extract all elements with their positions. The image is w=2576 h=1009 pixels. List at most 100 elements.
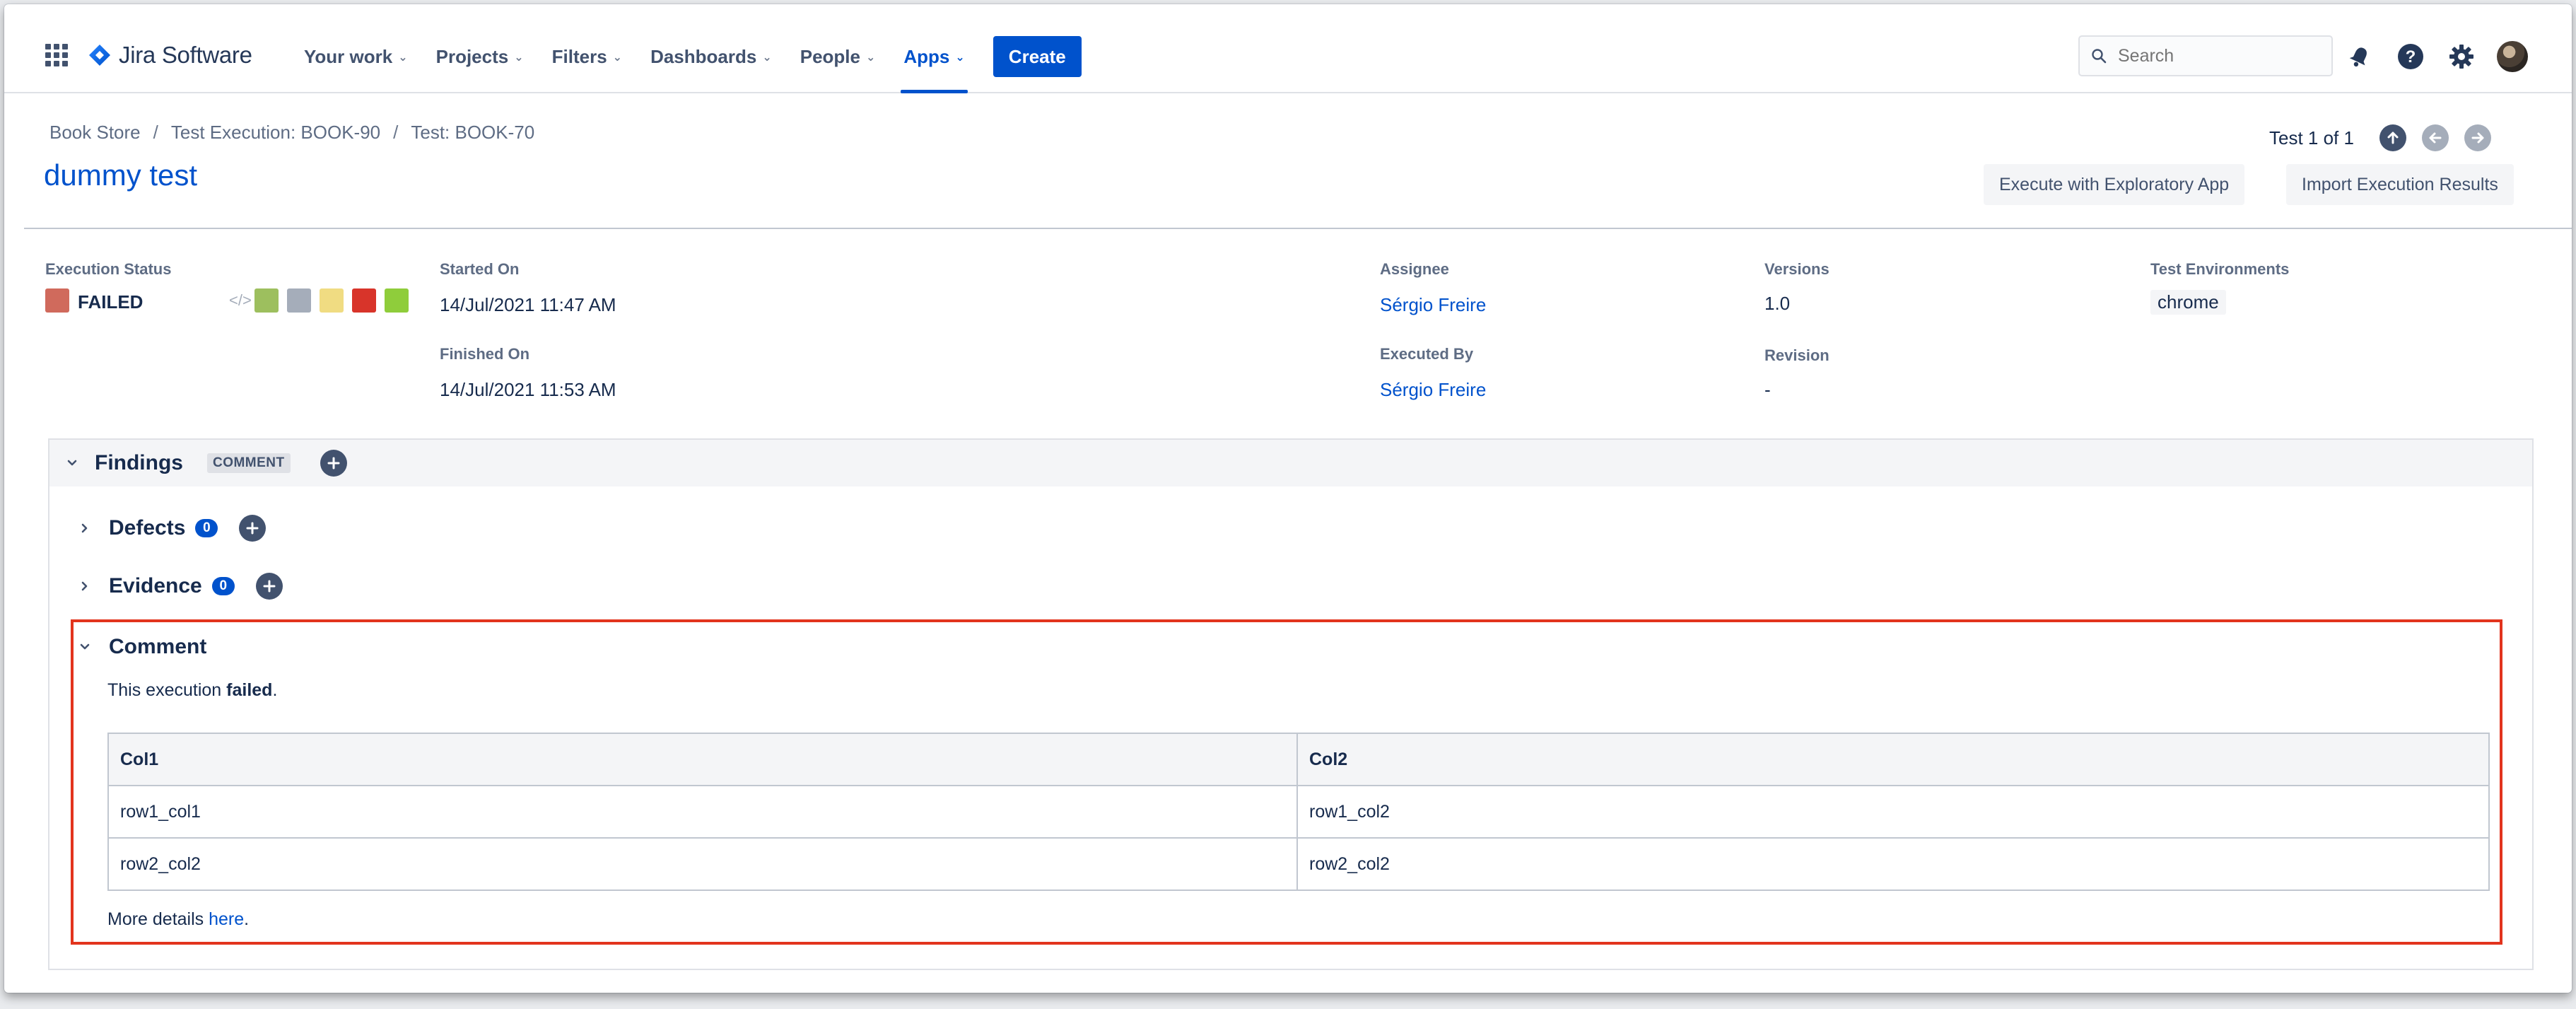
help-icon: ? bbox=[2398, 44, 2423, 69]
settings-button[interactable] bbox=[2446, 41, 2477, 72]
nav-filters[interactable]: Filters ⌄ bbox=[545, 35, 629, 78]
versions-label: Versions bbox=[1764, 260, 1829, 278]
nav-projects[interactable]: Projects ⌄ bbox=[429, 35, 531, 78]
page-title[interactable]: dummy test bbox=[44, 158, 197, 192]
jira-logo[interactable]: Jira Software bbox=[88, 40, 252, 71]
execution-status-label: Execution Status bbox=[45, 260, 172, 278]
comment-header[interactable]: Comment bbox=[78, 629, 206, 665]
breadcrumb-test-execution[interactable]: Test Execution: BOOK-90 bbox=[171, 122, 380, 144]
chevron-right-icon[interactable] bbox=[78, 521, 92, 535]
versions-value: 1.0 bbox=[1764, 293, 1791, 314]
product-name: Jira Software bbox=[119, 42, 252, 68]
add-evidence-button[interactable] bbox=[255, 573, 283, 600]
evidence-section[interactable]: Evidence 0 bbox=[78, 568, 283, 604]
gear-icon bbox=[2449, 45, 2473, 69]
comment-text-prefix: This execution bbox=[107, 680, 227, 700]
next-test-button[interactable] bbox=[2464, 124, 2491, 151]
comment-text: This execution failed. bbox=[107, 680, 277, 701]
started-on-value: 14/Jul/2021 11:47 AM bbox=[440, 294, 616, 315]
revision-value: - bbox=[1764, 379, 1771, 400]
comment-text-suffix: . bbox=[272, 680, 278, 700]
evidence-title: Evidence bbox=[109, 574, 202, 597]
chevron-down-icon: ⌄ bbox=[514, 52, 524, 64]
chevron-down-icon: ⌄ bbox=[612, 52, 623, 64]
jira-diamond-icon bbox=[89, 45, 110, 66]
nav-dashboards[interactable]: Dashboards ⌄ bbox=[643, 35, 779, 78]
nav-your-work[interactable]: Your work ⌄ bbox=[297, 35, 415, 78]
table-header-cell: Col2 bbox=[1296, 733, 2490, 786]
finished-on-value: 14/Jul/2021 11:53 AM bbox=[440, 379, 616, 400]
help-button[interactable]: ? bbox=[2395, 41, 2426, 72]
breadcrumb-test[interactable]: Test: BOOK-70 bbox=[411, 122, 534, 144]
header-divider bbox=[24, 228, 2572, 229]
chevron-down-icon: ⌄ bbox=[762, 52, 772, 64]
table-header-cell: Col1 bbox=[107, 733, 1298, 786]
nav-item-label: Filters bbox=[551, 45, 607, 67]
chevron-down-icon[interactable] bbox=[78, 640, 92, 654]
back-to-top-button[interactable] bbox=[2379, 124, 2406, 151]
findings-header[interactable]: Findings COMMENT bbox=[49, 440, 2532, 486]
step-status-swatch bbox=[320, 288, 344, 313]
top-navigation: Jira Software Your work ⌄ Projects ⌄ Fil… bbox=[4, 4, 2572, 93]
user-avatar[interactable] bbox=[2497, 41, 2528, 72]
app-switcher-icon[interactable] bbox=[45, 44, 68, 66]
table-header-row: Col1 Col2 bbox=[107, 733, 2490, 786]
code-icon: </> bbox=[229, 291, 252, 309]
table-row: row1_col1 row1_col2 bbox=[107, 785, 2490, 839]
search-box[interactable] bbox=[2078, 35, 2333, 76]
add-finding-button[interactable] bbox=[320, 450, 347, 477]
defects-section[interactable]: Defects 0 bbox=[78, 511, 267, 546]
create-button[interactable]: Create bbox=[993, 36, 1082, 77]
table-cell: row1_col1 bbox=[107, 785, 1298, 839]
import-results-button[interactable]: Import Execution Results bbox=[2286, 164, 2514, 205]
defects-count-badge: 0 bbox=[195, 519, 218, 537]
nav-item-label: Dashboards bbox=[650, 45, 757, 67]
execute-exploratory-button[interactable]: Execute with Exploratory App bbox=[1984, 164, 2245, 205]
comment-text-bold: failed bbox=[226, 680, 273, 700]
plus-icon bbox=[246, 522, 259, 535]
executed-by-value[interactable]: Sérgio Freire bbox=[1380, 379, 1486, 401]
environment-tag: chrome bbox=[2150, 290, 2226, 315]
plus-icon bbox=[263, 580, 276, 593]
chevron-right-icon[interactable] bbox=[78, 579, 92, 593]
finished-on-label: Finished On bbox=[440, 345, 530, 363]
revision-label: Revision bbox=[1764, 346, 1829, 364]
add-defect-button[interactable] bbox=[239, 515, 267, 542]
status-color-box bbox=[45, 288, 69, 313]
notifications-button[interactable] bbox=[2344, 41, 2375, 72]
nav-apps[interactable]: Apps ⌄ bbox=[896, 35, 971, 93]
search-input[interactable] bbox=[2117, 45, 2314, 67]
breadcrumb-separator: / bbox=[153, 122, 158, 143]
nav-item-label: Projects bbox=[435, 45, 509, 67]
more-details-link[interactable]: here bbox=[209, 909, 244, 929]
nav-item-label: People bbox=[800, 45, 860, 67]
chevron-down-icon: ⌄ bbox=[865, 52, 876, 64]
table-row: row2_col2 row2_col2 bbox=[107, 837, 2490, 891]
previous-test-button[interactable] bbox=[2421, 124, 2449, 151]
step-status-swatch bbox=[352, 288, 376, 313]
test-environments-label: Test Environments bbox=[2150, 260, 2290, 278]
execution-status-value[interactable]: FAILED bbox=[78, 291, 143, 313]
step-status-swatch bbox=[254, 288, 279, 313]
findings-title: Findings bbox=[95, 451, 183, 474]
executed-by-label: Executed By bbox=[1380, 345, 1474, 363]
chevron-down-icon: ⌄ bbox=[398, 52, 408, 64]
breadcrumb-project[interactable]: Book Store bbox=[49, 122, 141, 144]
evidence-count-badge: 0 bbox=[211, 577, 235, 595]
assignee-value[interactable]: Sérgio Freire bbox=[1380, 294, 1486, 316]
findings-panel: Findings COMMENT Defects 0 Evidence 0 Co… bbox=[48, 438, 2534, 970]
svg-text:?: ? bbox=[2406, 47, 2416, 66]
comment-footer: More details here. bbox=[107, 909, 249, 930]
comment-footer-prefix: More details bbox=[107, 909, 209, 929]
nav-people[interactable]: People ⌄ bbox=[793, 35, 883, 78]
started-on-label: Started On bbox=[440, 260, 520, 278]
global-actions: ? bbox=[2344, 40, 2528, 74]
assignee-label: Assignee bbox=[1380, 260, 1449, 278]
search-icon bbox=[2092, 49, 2107, 64]
defects-title: Defects bbox=[109, 516, 186, 540]
findings-tag: COMMENT bbox=[206, 453, 291, 473]
chevron-down-icon[interactable] bbox=[65, 456, 79, 470]
breadcrumb: Book Store / Test Execution: BOOK-90 / T… bbox=[49, 122, 534, 144]
comment-title: Comment bbox=[109, 635, 207, 658]
arrow-left-icon bbox=[2429, 132, 2442, 144]
